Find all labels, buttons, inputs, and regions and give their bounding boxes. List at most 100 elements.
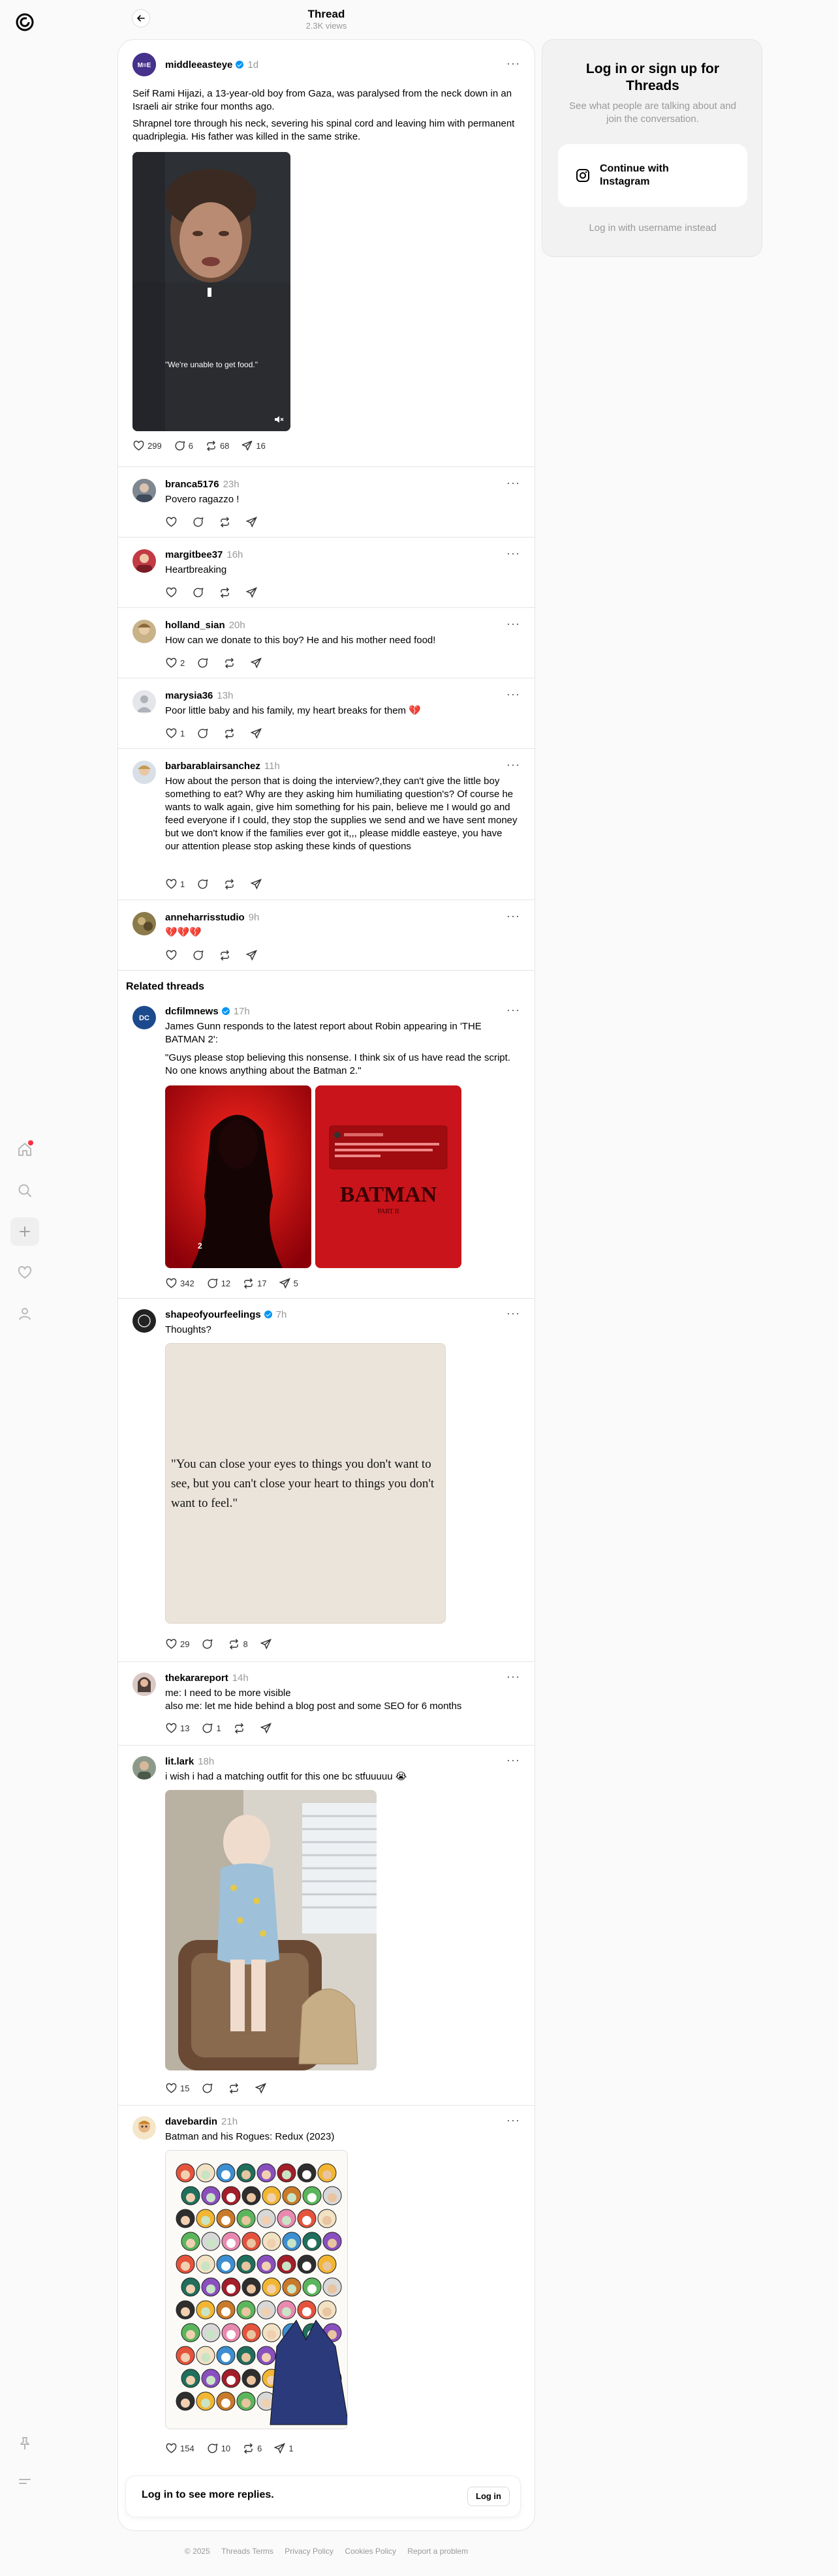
avatar[interactable]: M≡E: [132, 53, 156, 76]
repost-button[interactable]: [233, 1722, 248, 1735]
share-button[interactable]: [260, 1638, 275, 1650]
repost-button[interactable]: [219, 586, 234, 599]
post-image[interactable]: "You can close your eyes to things you d…: [165, 1343, 446, 1624]
avatar[interactable]: [132, 1309, 156, 1333]
profile-icon[interactable]: [10, 1299, 39, 1328]
repost-button[interactable]: 68: [205, 440, 229, 452]
post-video[interactable]: "We're unable to get food.": [132, 152, 290, 431]
login-button[interactable]: Log in: [467, 2487, 510, 2506]
avatar[interactable]: [132, 761, 156, 784]
more-options-icon[interactable]: ···: [506, 476, 520, 490]
post-author[interactable]: davebardin 21h: [165, 2116, 238, 2127]
post-author[interactable]: barbarablairsanchez 11h: [165, 761, 280, 772]
threads-logo-icon[interactable]: [12, 9, 38, 35]
share-button[interactable]: [250, 727, 265, 740]
post-author[interactable]: branca5176 23h: [165, 479, 240, 490]
post-author[interactable]: margitbee37 16h: [165, 549, 243, 560]
post-author[interactable]: anneharrisstudio 9h: [165, 912, 259, 923]
pin-icon[interactable]: [10, 2429, 39, 2458]
like-button[interactable]: 1: [165, 727, 185, 740]
share-button[interactable]: 5: [279, 1277, 298, 1290]
like-button[interactable]: [165, 949, 180, 962]
avatar[interactable]: [132, 1756, 156, 1780]
like-button[interactable]: 342: [165, 1277, 194, 1290]
reply-button[interactable]: [192, 516, 207, 528]
avatar[interactable]: [132, 479, 156, 502]
mute-icon[interactable]: [273, 414, 284, 425]
avatar[interactable]: [132, 1673, 156, 1696]
more-options-icon[interactable]: ···: [506, 617, 520, 631]
more-options-icon[interactable]: ···: [506, 2114, 520, 2127]
share-button[interactable]: [245, 586, 260, 599]
avatar[interactable]: [132, 549, 156, 573]
post-image[interactable]: [165, 1790, 377, 2070]
repost-button[interactable]: [228, 2082, 243, 2095]
more-options-icon[interactable]: ···: [506, 688, 520, 701]
like-button[interactable]: 1: [165, 878, 185, 890]
footer-terms-link[interactable]: Threads Terms: [221, 2547, 273, 2556]
more-options-icon[interactable]: ···: [506, 1670, 520, 1684]
create-plus-icon[interactable]: [10, 1217, 39, 1246]
repost-button[interactable]: [219, 516, 234, 528]
footer-privacy-link[interactable]: Privacy Policy: [285, 2547, 334, 2556]
more-options-icon[interactable]: ···: [506, 909, 520, 923]
post-author[interactable]: lit.lark 18h: [165, 1756, 214, 1767]
repost-button[interactable]: [223, 878, 238, 890]
more-options-icon[interactable]: ···: [506, 1753, 520, 1767]
repost-button[interactable]: [219, 949, 234, 962]
login-with-username-link[interactable]: Log in with username instead: [562, 222, 743, 234]
home-icon[interactable]: [10, 1135, 39, 1164]
avatar[interactable]: [132, 620, 156, 643]
share-button[interactable]: [250, 878, 265, 890]
reply-button[interactable]: [192, 949, 207, 962]
reply-button[interactable]: [196, 878, 211, 890]
post-image[interactable]: BATMAN PART II: [315, 1085, 461, 1268]
footer-report-link[interactable]: Report a problem: [407, 2547, 468, 2556]
footer-cookies-link[interactable]: Cookies Policy: [345, 2547, 396, 2556]
more-options-icon[interactable]: ···: [506, 57, 520, 70]
like-button[interactable]: 29: [165, 1638, 189, 1650]
more-options-icon[interactable]: ···: [506, 1307, 520, 1320]
like-button[interactable]: [165, 516, 180, 528]
menu-icon[interactable]: [10, 2467, 39, 2496]
reply-button[interactable]: [196, 657, 211, 669]
post-author[interactable]: holland_sian 20h: [165, 620, 245, 631]
activity-heart-icon[interactable]: [10, 1258, 39, 1287]
post-author[interactable]: dcfilmnews 17h: [165, 1006, 250, 1017]
like-button[interactable]: 15: [165, 2082, 189, 2095]
post-author[interactable]: marysia36 13h: [165, 690, 233, 701]
share-button[interactable]: [245, 516, 260, 528]
avatar[interactable]: [132, 690, 156, 714]
continue-with-instagram-button[interactable]: Continue with Instagram: [558, 144, 747, 207]
like-button[interactable]: 2: [165, 657, 185, 669]
repost-button[interactable]: 17: [242, 1277, 267, 1290]
repost-button[interactable]: 6: [242, 2442, 262, 2455]
reply-button[interactable]: [192, 586, 207, 599]
share-button[interactable]: 1: [273, 2442, 294, 2455]
post-author[interactable]: middleeasteye 1d: [165, 59, 258, 70]
post-author[interactable]: thekarareport 14h: [165, 1673, 249, 1684]
reply-button[interactable]: 10: [206, 2442, 230, 2455]
share-button[interactable]: 16: [241, 440, 266, 452]
repost-button[interactable]: [223, 727, 238, 740]
share-button[interactable]: [250, 657, 265, 669]
post-image[interactable]: 2: [165, 1085, 311, 1268]
reply-button[interactable]: [196, 727, 211, 740]
share-button[interactable]: [255, 2082, 270, 2095]
more-options-icon[interactable]: ···: [506, 547, 520, 560]
reply-button[interactable]: 12: [206, 1277, 230, 1290]
repost-button[interactable]: [223, 657, 238, 669]
more-options-icon[interactable]: ···: [506, 758, 520, 772]
like-button[interactable]: 299: [132, 440, 162, 452]
reply-button[interactable]: 6: [174, 440, 193, 452]
like-button[interactable]: 13: [165, 1722, 189, 1735]
post-image[interactable]: [165, 2150, 348, 2429]
like-button[interactable]: 154: [165, 2442, 194, 2455]
avatar[interactable]: DC: [132, 1006, 156, 1029]
like-button[interactable]: [165, 586, 180, 599]
reply-button[interactable]: [201, 1638, 216, 1650]
avatar[interactable]: [132, 912, 156, 935]
share-button[interactable]: [260, 1722, 275, 1735]
reply-button[interactable]: 1: [201, 1722, 221, 1735]
more-options-icon[interactable]: ···: [506, 1003, 520, 1017]
